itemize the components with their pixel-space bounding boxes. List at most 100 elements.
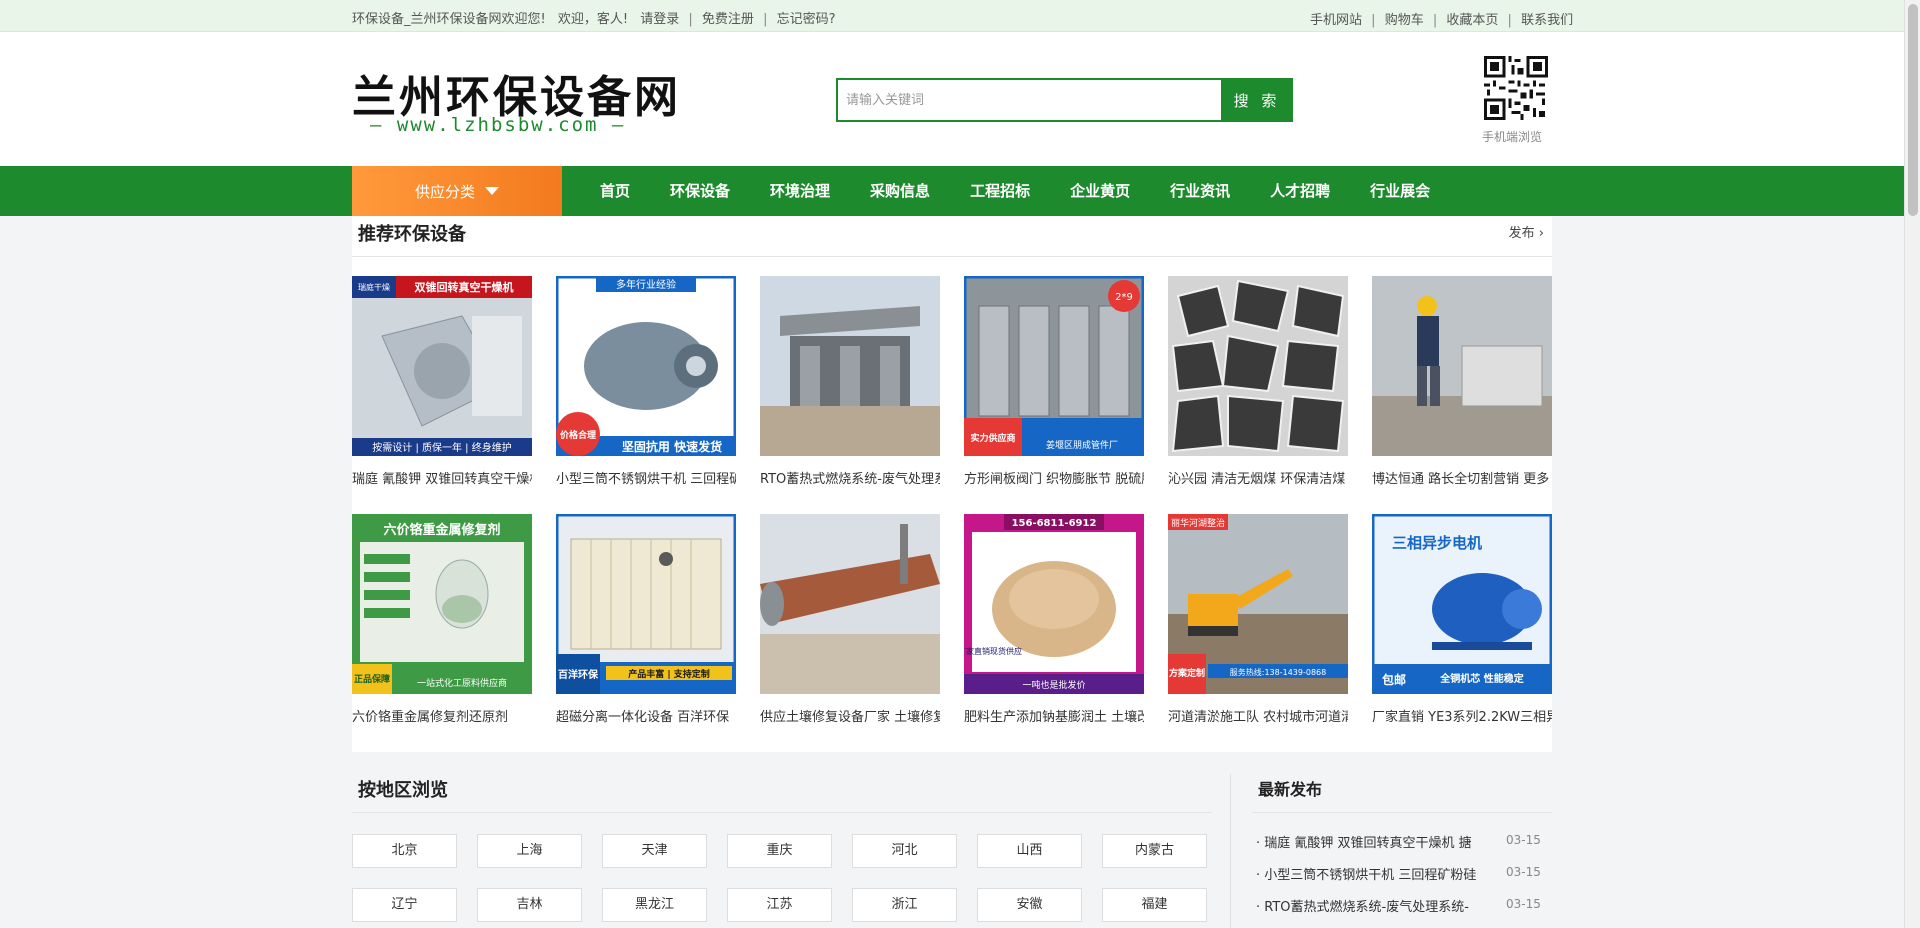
product-title: 肥料生产添加钠基膨润土 土壤改良 (964, 710, 1144, 725)
page-scrollbar[interactable] (1904, 0, 1920, 928)
product-card[interactable]: 2*9 实力供应商 姜堰区朋成管件厂 方形闸板阀门 织物膨胀节 脱硫脱硝 (964, 276, 1144, 487)
image-banner-text: 156-6811-6912 (1012, 518, 1097, 529)
image-banner-text: 按需设计 | 质保一年 | 终身维护 (372, 441, 511, 454)
image-banner-text: 一吨也是批发价 (1022, 679, 1085, 691)
region-item-zhejiang[interactable]: 浙江 (852, 888, 957, 922)
nav-item-yellow-pages[interactable]: 企业黄页 (1050, 166, 1150, 216)
site-header: 兰州环保设备网 — www.lzhbsbw.com — 搜 索 手机端浏览 (0, 32, 1904, 166)
region-item-liaoning[interactable]: 辽宁 (352, 888, 457, 922)
product-card[interactable]: RTO蓄热式燃烧系统-废气处理系统- (760, 276, 940, 487)
region-item-shanghai[interactable]: 上海 (477, 834, 582, 868)
scrollbar-thumb[interactable] (1908, 4, 1918, 216)
login-link[interactable]: 请登录 (640, 12, 679, 27)
supply-category-dropdown[interactable]: 供应分类 (352, 166, 562, 216)
list-item[interactable]: · 瑞庭 氰酸钾 双锥回转真空干燥机 搪 03-15 (1256, 828, 1552, 860)
cart-link[interactable]: 购物车 (1385, 13, 1424, 28)
separator: | (1371, 13, 1376, 28)
favorite-link[interactable]: 收藏本页 (1446, 13, 1498, 28)
product-title: 博达恒通 路长全切割营销 更多 (1372, 472, 1550, 487)
product-card[interactable]: 丽华河湖整治 方案定制 服务热线:138-1439-0868 河道清淤施工队 农… (1168, 514, 1348, 725)
nav-item-purchase[interactable]: 采购信息 (850, 166, 950, 216)
top-bar-right: 手机网站 | 购物车 | 收藏本页 | 联系我们 (1310, 9, 1573, 28)
region-item-chongqing[interactable]: 重庆 (727, 834, 832, 868)
nav-item-equipment[interactable]: 环保设备 (650, 166, 750, 216)
product-image (1372, 276, 1552, 456)
product-card[interactable]: 三相异步电机 包邮 全铜机芯 性能稳定 厂家直销 YE3系列2.2KW三相异步电… (1372, 514, 1552, 725)
latest-item-text: 小型三筒不锈钢烘干机 三回程矿粉硅 (1264, 868, 1477, 883)
logo-domain: — www.lzhbsbw.com — (370, 114, 626, 136)
list-item[interactable]: · RTO蓄热式燃烧系统-废气处理系统- 03-15 (1256, 892, 1552, 924)
region-item-anhui[interactable]: 安徽 (977, 888, 1082, 922)
divider (352, 812, 1212, 813)
main-nav: 供应分类 首页 环保设备 环境治理 采购信息 工程招标 企业黄页 行业资讯 人才… (0, 166, 1904, 216)
image-banner-text: 服务热线:138-1439-0868 (1230, 667, 1326, 677)
mobile-site-link[interactable]: 手机网站 (1310, 13, 1362, 28)
region-item-shanxi[interactable]: 山西 (977, 834, 1082, 868)
nav-items: 首页 环保设备 环境治理 采购信息 工程招标 企业黄页 行业资讯 人才招聘 行业… (580, 166, 1450, 216)
separator: | (763, 12, 768, 27)
search-input[interactable] (838, 80, 1221, 120)
latest-item-title: · 瑞庭 氰酸钾 双锥回转真空干燥机 搪 (1256, 836, 1472, 851)
image-banner-text: 丽华河湖整治 (1171, 517, 1225, 529)
image-corner-text: 方案定制 (1169, 667, 1205, 679)
latest-list: · 瑞庭 氰酸钾 双锥回转真空干燥机 搪 03-15 · 小型三筒不锈钢烘干机 … (1256, 828, 1552, 924)
latest-item-text: 瑞庭 氰酸钾 双锥回转真空干燥机 搪 (1264, 836, 1472, 851)
top-bar: 环保设备_兰州环保设备网欢迎您! 欢迎，客人! 请登录 | 免费注册 | 忘记密… (0, 0, 1904, 32)
column-divider (1230, 774, 1231, 928)
contact-link[interactable]: 联系我们 (1521, 13, 1573, 28)
nav-item-exhibition[interactable]: 行业展会 (1350, 166, 1450, 216)
product-title: 方形闸板阀门 织物膨胀节 脱硫脱硝 (964, 472, 1144, 487)
product-image: 百洋环保 产品丰富 | 支持定制 (556, 514, 736, 694)
separator: | (688, 12, 693, 27)
product-title: 河道清淤施工队 农村城市河道清淤 (1168, 710, 1348, 725)
image-corner-text: 实力供应商 (970, 432, 1015, 444)
product-card[interactable]: 博达恒通 路长全切割营销 更多 (1372, 276, 1552, 487)
search-button[interactable]: 搜 索 (1221, 78, 1293, 122)
region-item-neimenggu[interactable]: 内蒙古 (1102, 834, 1207, 868)
qr-label: 手机端浏览 (1482, 130, 1543, 144)
nav-item-home[interactable]: 首页 (580, 166, 650, 216)
region-item-jilin[interactable]: 吉林 (477, 888, 582, 922)
image-banner-text: 2*9 (1115, 292, 1133, 303)
nav-item-tender[interactable]: 工程招标 (950, 166, 1050, 216)
product-card[interactable]: 156-6811-6912 厂家直销现货供应 一吨也是批发价 肥料生产添加钠基膨… (964, 514, 1144, 725)
region-item-heilongjiang[interactable]: 黑龙江 (602, 888, 707, 922)
search-box: 搜 索 (836, 78, 1293, 122)
latest-item-date: 03-15 (1506, 833, 1541, 847)
product-title: 超磁分离一体化设备 百洋环保 (556, 710, 730, 725)
forgot-password-link[interactable]: 忘记密码? (777, 12, 836, 27)
divider (1252, 812, 1552, 813)
product-image (1168, 276, 1348, 456)
region-item-hebei[interactable]: 河北 (852, 834, 957, 868)
publish-label: 发布 (1508, 226, 1535, 241)
product-card[interactable]: 百洋环保 产品丰富 | 支持定制 超磁分离一体化设备 百洋环保 (556, 514, 736, 725)
region-item-fujian[interactable]: 福建 (1102, 888, 1207, 922)
register-link[interactable]: 免费注册 (702, 12, 754, 27)
top-bar-left: 环保设备_兰州环保设备网欢迎您! 欢迎，客人! 请登录 | 免费注册 | 忘记密… (352, 8, 836, 27)
product-image: 三相异步电机 包邮 全铜机芯 性能稳定 (1372, 514, 1552, 694)
image-banner-text: 一站式化工原料供应商 (417, 677, 507, 689)
publish-link[interactable]: 发布 › (1509, 222, 1544, 241)
nav-item-governance[interactable]: 环境治理 (750, 166, 850, 216)
product-title: 小型三筒不锈钢烘干机 三回程矿粉硅 (556, 472, 736, 487)
caret-down-icon (485, 187, 499, 195)
list-item[interactable]: · 小型三筒不锈钢烘干机 三回程矿粉硅 03-15 (1256, 860, 1552, 892)
region-item-beijing[interactable]: 北京 (352, 834, 457, 868)
product-title: 供应土壤修复设备厂家 土壤修复 (760, 710, 940, 725)
region-item-tianjin[interactable]: 天津 (602, 834, 707, 868)
image-corner-text: 价格合理 (560, 429, 596, 441)
latest-item-title: · 小型三筒不锈钢烘干机 三回程矿粉硅 (1256, 868, 1477, 883)
nav-item-news[interactable]: 行业资讯 (1150, 166, 1250, 216)
product-card[interactable]: 多年行业经验 坚固抗用 快速发货 价格合理 小型三筒不锈钢烘干机 三回程矿粉硅 (556, 276, 736, 487)
product-card[interactable]: 六价铬重金属修复剂 正品保障 一站式化工原料供应商 六价铬重金属修复剂还原剂 (352, 514, 532, 725)
product-image (760, 514, 940, 694)
product-card[interactable]: 沁兴园 清洁无烟煤 环保清洁煤 (1168, 276, 1348, 487)
product-card[interactable]: 双锥回转真空干燥机 瑞庭干燥 按需设计 | 质保一年 | 终身维护 瑞庭 氰酸钾… (352, 276, 532, 487)
product-title: 六价铬重金属修复剂还原剂 (352, 710, 509, 725)
product-card[interactable]: 供应土壤修复设备厂家 土壤修复 (760, 514, 940, 725)
product-image: 双锥回转真空干燥机 瑞庭干燥 按需设计 | 质保一年 | 终身维护 (352, 276, 532, 456)
nav-item-jobs[interactable]: 人才招聘 (1250, 166, 1350, 216)
product-image: 2*9 实力供应商 姜堰区朋成管件厂 (964, 276, 1144, 456)
region-item-jiangsu[interactable]: 江苏 (727, 888, 832, 922)
region-title: 按地区浏览 (358, 780, 448, 801)
